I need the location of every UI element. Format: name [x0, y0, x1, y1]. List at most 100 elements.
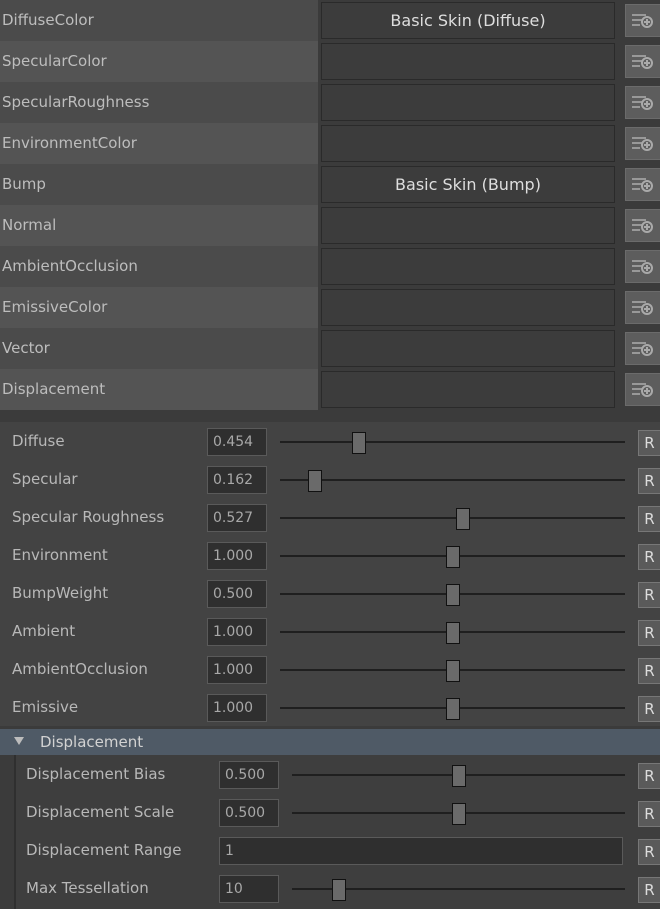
slider-label: Specular Roughness	[12, 508, 165, 526]
reset-button[interactable]: R	[638, 839, 660, 865]
attribute-editor-panel: DiffuseColor Basic Skin (Diffuse) Specul…	[0, 0, 660, 909]
reset-button[interactable]: R	[638, 658, 660, 684]
texture-slot-field[interactable]	[321, 84, 615, 121]
map-button[interactable]	[625, 373, 660, 406]
reset-button[interactable]: R	[638, 696, 660, 722]
slider-row-environment: Environment 1.000 R	[0, 536, 660, 574]
map-button[interactable]	[625, 4, 660, 37]
texture-slot-field[interactable]	[321, 371, 615, 408]
map-connect-icon	[632, 260, 653, 274]
slider-label: AmbientOcclusion	[12, 660, 148, 678]
map-button[interactable]	[625, 45, 660, 78]
value-field[interactable]: 1.000	[207, 542, 267, 570]
texture-slot-field[interactable]: Basic Skin (Diffuse)	[321, 2, 615, 39]
reset-button[interactable]: R	[638, 763, 660, 789]
slot-label: Normal	[0, 205, 318, 246]
slider-thumb[interactable]	[455, 508, 470, 530]
reset-button[interactable]: R	[638, 620, 660, 646]
reset-button[interactable]: R	[638, 801, 660, 827]
texture-slot-field[interactable]	[321, 207, 615, 244]
slot-row-bump: Bump Basic Skin (Bump)	[0, 164, 660, 205]
slider-thumb[interactable]	[445, 698, 460, 720]
reset-button[interactable]: R	[638, 877, 660, 903]
slot-label: SpecularColor	[0, 41, 318, 82]
slider-label: Specular	[12, 470, 78, 488]
map-connect-icon	[632, 137, 653, 151]
texture-slot-field[interactable]	[321, 43, 615, 80]
texture-slot-field[interactable]	[321, 289, 615, 326]
map-button[interactable]	[625, 332, 660, 365]
value-field[interactable]: 0.500	[207, 580, 267, 608]
slot-row-ambient-occlusion: AmbientOcclusion	[0, 246, 660, 287]
slot-row-displacement: Displacement	[0, 369, 660, 410]
texture-slot-field[interactable]: Basic Skin (Bump)	[321, 166, 615, 203]
slider-thumb[interactable]	[445, 622, 460, 644]
slider-row-emissive: Emissive 1.000 R	[0, 688, 660, 726]
collapse-arrow-icon[interactable]	[14, 737, 24, 745]
map-connect-icon	[632, 301, 653, 315]
value-field[interactable]: 10	[219, 875, 279, 903]
slider-thumb[interactable]	[451, 803, 466, 825]
value-field[interactable]: 0.500	[219, 761, 279, 789]
texture-slot-field[interactable]	[321, 248, 615, 285]
reset-button[interactable]: R	[638, 468, 660, 494]
slot-row-normal: Normal	[0, 205, 660, 246]
slot-label: EmissiveColor	[0, 287, 318, 328]
slider-track[interactable]	[280, 479, 625, 481]
map-connect-icon	[632, 383, 653, 397]
slider-row-diffuse: Diffuse 0.454 R	[0, 422, 660, 460]
displacement-section-header[interactable]: Displacement	[0, 729, 660, 755]
reset-button[interactable]: R	[638, 506, 660, 532]
slider-thumb[interactable]	[451, 765, 466, 787]
slider-row-specular: Specular 0.162 R	[0, 460, 660, 498]
map-button[interactable]	[625, 209, 660, 242]
value-field[interactable]: 0.500	[219, 799, 279, 827]
value-field[interactable]: 1.000	[207, 618, 267, 646]
slider-label: Environment	[12, 546, 108, 564]
reset-button[interactable]: R	[638, 582, 660, 608]
slider-row-displacement-bias: Displacement Bias 0.500 R	[16, 755, 660, 793]
slider-track[interactable]	[280, 441, 625, 443]
slider-thumb[interactable]	[445, 584, 460, 606]
value-field[interactable]: 0.162	[207, 466, 267, 494]
map-button[interactable]	[625, 127, 660, 160]
slot-row-vector: Vector	[0, 328, 660, 369]
slider-label: BumpWeight	[12, 584, 109, 602]
slider-thumb[interactable]	[307, 470, 322, 492]
value-field[interactable]: 1.000	[207, 694, 267, 722]
map-button[interactable]	[625, 250, 660, 283]
field-label: Displacement Range	[26, 841, 182, 859]
slot-label: Bump	[0, 164, 318, 205]
value-field[interactable]: 1	[219, 837, 623, 865]
slot-label: AmbientOcclusion	[0, 246, 318, 287]
texture-slot-field[interactable]	[321, 125, 615, 162]
slider-thumb[interactable]	[352, 432, 367, 454]
map-button[interactable]	[625, 86, 660, 119]
slot-row-diffuse-color: DiffuseColor Basic Skin (Diffuse)	[0, 0, 660, 41]
map-connect-icon	[632, 342, 653, 356]
value-field[interactable]: 1.000	[207, 656, 267, 684]
slider-label: Displacement Bias	[26, 765, 166, 783]
texture-slot-field[interactable]	[321, 330, 615, 367]
map-button[interactable]	[625, 168, 660, 201]
slider-thumb[interactable]	[331, 879, 346, 901]
slider-track[interactable]	[280, 517, 625, 519]
reset-button[interactable]: R	[638, 544, 660, 570]
reset-button[interactable]: R	[638, 430, 660, 456]
map-connect-icon	[632, 219, 653, 233]
map-button[interactable]	[625, 291, 660, 324]
slider-thumb[interactable]	[445, 660, 460, 682]
slot-label: Vector	[0, 328, 318, 369]
slider-label: Ambient	[12, 622, 76, 640]
slot-label: SpecularRoughness	[0, 82, 318, 123]
slider-row-displacement-scale: Displacement Scale 0.500 R	[16, 793, 660, 831]
slider-label: Diffuse	[12, 432, 65, 450]
value-field[interactable]: 0.527	[207, 504, 267, 532]
slot-label: EnvironmentColor	[0, 123, 318, 164]
value-field[interactable]: 0.454	[207, 428, 267, 456]
slot-row-emissive-color: EmissiveColor	[0, 287, 660, 328]
map-connect-icon	[632, 14, 653, 28]
slider-label: Max Tessellation	[26, 879, 149, 897]
field-row-displacement-range: Displacement Range 1 R	[16, 831, 660, 869]
slider-thumb[interactable]	[445, 546, 460, 568]
